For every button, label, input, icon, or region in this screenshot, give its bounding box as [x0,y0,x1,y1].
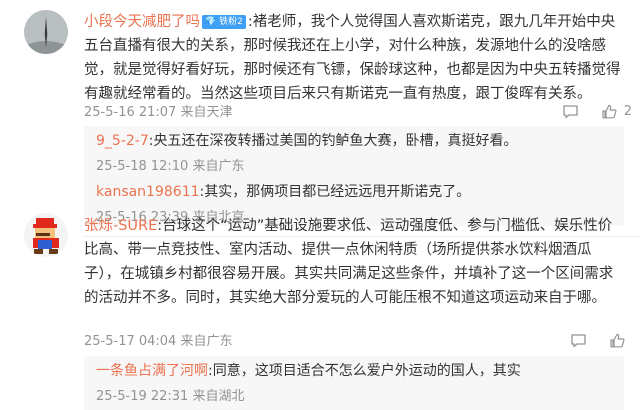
comment-actions: 2 [562,103,632,120]
reply-username[interactable]: 9_5-2-7 [96,133,149,149]
thumbs-up-icon[interactable] [609,332,626,349]
comment-text: 台球这个“运动”基础设施要求低、运动强度低、参与门槛低、娱乐性价比高、带一点竞技… [84,218,614,306]
reply-meta: 25-5-19 22:31 来自湖北 [96,385,245,404]
comment-feed: 小段今天减肥了吗 💎 铁粉2:褚老师，我个人觉得国人喜欢斯诺克，跟九几年开始中央五… [0,0,640,410]
reply-text: 央五还在深夜转播过美国的钓鲈鱼大赛，卧槽，真挺好看。 [153,133,518,149]
comment-body: 小段今天减肥了吗 💎 铁粉2:褚老师，我个人觉得国人喜欢斯诺克，跟九几年开始中央五… [84,14,621,102]
reply-username[interactable]: 一条鱼占满了河啊 [96,363,208,379]
comment-username[interactable]: 张烁-SURE [84,218,157,234]
reply-location: 来自湖北 [192,389,245,404]
reply-meta: 25-5-18 12:10 来自广东 [96,155,245,174]
reply-username[interactable]: kansan198611 [96,184,200,200]
fan-badge-label: 铁粉2 [219,17,243,27]
reply-item: kansan198611:其实，那俩项目都已经远远甩开斯诺克了。 [96,184,471,200]
comment-location: 来自广东 [180,334,233,349]
like-count: 2 [623,104,632,119]
comment-username[interactable]: 小段今天减肥了吗 [84,14,200,30]
comment-bubble-icon[interactable] [562,103,579,120]
reply-item: 一条鱼占满了河啊:同意，这项目适合不怎么爱户外运动的国人，其实 [96,363,521,379]
reply-text: 其实，那俩项目都已经远远甩开斯诺克了。 [204,184,471,200]
avatar[interactable] [24,213,68,257]
comment-body: 张烁-SURE:台球这个“运动”基础设施要求低、运动强度低、参与门槛低、娱乐性价… [84,218,614,306]
comment-time: 25-5-16 21:07 [84,105,177,120]
reply-time: 25-5-19 22:31 [96,389,189,404]
thumbs-up-icon[interactable] [601,103,618,120]
comment-meta: 25-5-16 21:07 来自天津 [84,104,233,122]
comment-meta: 25-5-17 04:04 来自广东 [84,333,233,351]
reply-list: 一条鱼占满了河啊:同意，这项目适合不怎么爱户外运动的国人，其实 25-5-19 … [84,356,624,410]
reply-item: 9_5-2-7:央五还在深夜转播过美国的钓鲈鱼大赛，卧槽，真挺好看。 [96,133,518,149]
reply-text: 同意，这项目适合不怎么爱户外运动的国人，其实 [212,363,521,379]
comment-time: 25-5-17 04:04 [84,334,177,349]
reply-location: 来自广东 [192,159,245,174]
comment-actions [570,332,632,349]
comment-bubble-icon[interactable] [570,332,587,349]
comment-location: 来自天津 [180,105,233,120]
fan-badge: 💎 铁粉2 [202,15,246,29]
reply-list: 9_5-2-7:央五还在深夜转播过美国的钓鲈鱼大赛，卧槽，真挺好看。 25-5-… [84,126,624,226]
reply-time: 25-5-18 12:10 [96,159,189,174]
avatar[interactable] [24,10,68,54]
